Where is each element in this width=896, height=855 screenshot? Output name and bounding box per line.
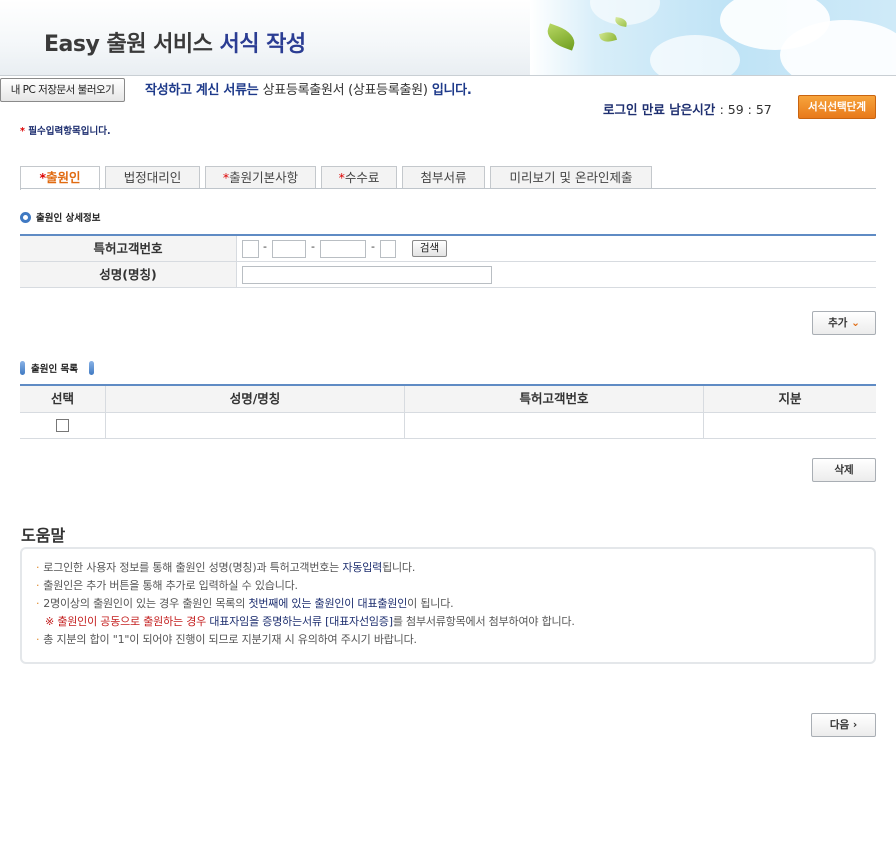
help-item: · 총 지분의 합이 "1"이 되어야 진행이 되므로 지분기재 시 유의하여 주… [36,633,417,646]
applicant-detail-form: 특허고객번호 - - - 검색 성명(명칭) [20,234,876,288]
customer-number-cell [405,413,704,438]
name-cell [106,413,405,438]
next-button[interactable]: 다음 › [811,713,876,737]
tab-fees[interactable]: *수수료 [321,166,397,189]
help-item: ※ 출원인이 공동으로 출원하는 경우 대표자임을 증명하는서류 [대표자선임증… [45,615,575,628]
tab-application-basics[interactable]: *출원기본사항 [205,166,316,189]
help-box: · 로그인한 사용자 정보를 통해 출원인 성명(명칭)과 특허고객번호는 자동입… [20,547,876,664]
section-bullet-icon [20,212,31,223]
applicant-list-table: 선택 성명/명칭 특허고객번호 지분 [20,384,876,439]
sky-decoration [530,0,896,75]
column-header-select: 선택 [20,386,106,412]
customer-number-part2-input[interactable] [272,240,306,258]
help-item: · 출원인은 추가 버튼을 통해 추가로 입력하실 수 있습니다. [36,579,298,592]
tab-attachments[interactable]: 첨부서류 [402,166,485,189]
name-input[interactable] [242,266,492,284]
chevron-down-icon: ⌄ [851,317,860,329]
tab-applicant[interactable]: *출원인 [20,166,100,190]
column-header-name: 성명/명칭 [106,386,405,412]
dash-separator: - [311,240,315,253]
help-item: · 로그인한 사용자 정보를 통해 출원인 성명(명칭)과 특허고객번호는 자동입… [36,561,416,574]
share-cell [704,413,876,438]
current-document-info: 작성하고 계신 서류는 상표등록출원서 (상표등록출원) 입니다. [145,83,472,98]
add-button[interactable]: 추가 ⌄ [812,311,876,335]
page-title: Easy 출원 서비스 서식 작성 [44,32,306,57]
chevron-right-icon: › [852,719,858,731]
tab-underline [20,188,876,189]
help-item: · 2명이상의 출원인이 있는 경우 출원인 목록의 첫번째에 있는 출원인이 대… [36,597,454,610]
applicant-detail-title: 출원인 상세정보 [36,213,101,224]
delete-button[interactable]: 삭제 [812,458,876,482]
customer-number-part1-input[interactable] [242,240,259,258]
dash-separator: - [263,240,267,253]
table-header-row: 선택 성명/명칭 특허고객번호 지분 [20,386,876,413]
section-bar-icon [20,361,25,375]
login-expiry-timer: 로그인 만료 남은시간 : 59 : 57 [603,102,772,117]
search-button[interactable]: 검색 [412,240,447,257]
name-label: 성명(명칭) [20,262,237,287]
row-select-checkbox[interactable] [56,419,69,432]
form-selection-stage-button[interactable]: 서식선택단계 [798,95,876,119]
table-row [20,413,876,439]
tab-legal-representative[interactable]: 법정대리인 [105,166,200,189]
customer-number-part4-input[interactable] [380,240,396,258]
required-fields-note: * 필수입력항목입니다. [20,126,111,137]
dash-separator: - [371,240,375,253]
load-local-document-button[interactable]: 내 PC 저장문서 불러오기 [0,78,125,102]
section-bar-icon [89,361,94,375]
header-banner: Easy 출원 서비스 서식 작성 [0,0,896,76]
column-header-share: 지분 [778,391,802,406]
tab-preview-submit[interactable]: 미리보기 및 온라인제출 [490,166,652,189]
help-title: 도움말 [21,526,66,545]
column-header-customer-number: 특허고객번호 [405,386,704,412]
applicant-list-title: 출원인 목록 [31,364,79,375]
customer-number-part3-input[interactable] [320,240,366,258]
customer-number-label: 특허고객번호 [20,236,237,261]
select-cell [20,413,106,438]
